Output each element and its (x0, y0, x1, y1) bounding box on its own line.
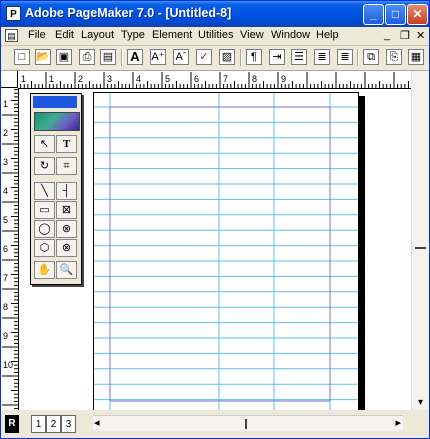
indent-icon[interactable]: ⇥ (269, 49, 285, 65)
scroll-right-arrow-icon[interactable]: ▸ (395, 416, 401, 429)
ruler-label: 5 (165, 74, 170, 84)
ruler-label: 6 (3, 244, 8, 254)
rectangle-frame-tool-icon[interactable]: ▭ (34, 201, 55, 219)
image-icon[interactable]: ▨ (219, 49, 235, 65)
align-left-icon[interactable]: ≣ (314, 49, 330, 65)
menu-type[interactable]: Type (121, 29, 145, 41)
new-document-icon[interactable]: □ (14, 49, 30, 65)
document-menu-icon[interactable]: ▤ (5, 29, 18, 42)
ruler-label: 5 (3, 215, 8, 225)
menu-help[interactable]: Help (316, 29, 339, 41)
toolbar-separator (357, 49, 359, 66)
spell-check-icon[interactable]: ✓ (196, 49, 212, 65)
ruler-label: 10 (3, 360, 13, 370)
constrained-line-tool-icon[interactable]: ┤ (56, 182, 77, 200)
save-disk-icon[interactable]: ▣ (56, 49, 72, 65)
window-title: Adobe PageMaker 7.0 - [Untitled-8] (25, 6, 232, 20)
master-page-icon[interactable]: R (5, 415, 19, 433)
ellipse-tool-icon[interactable]: ⊗ (56, 220, 77, 238)
paste-icon[interactable]: ⎘ (386, 49, 402, 65)
document-minimize-button[interactable]: _ (384, 29, 390, 41)
scroll-left-arrow-icon[interactable]: ◂ (94, 416, 100, 429)
ruler-label: 1 (21, 74, 26, 84)
standard-toolbar: □ 📂 ▣ ⎙ ▤ A A⁺ Aˉ ✓ ▨ ¶ ⇥ ☰ ≣ ≣ ⧉ ⎘ ▦ (1, 46, 429, 71)
menu-bar: ▤ File Edit Layout Type Element Utilitie… (1, 27, 429, 46)
horizontal-ruler-ticks: 1 1 2 3 4 5 6 7 8 9 (20, 72, 409, 88)
hscroll-thumb[interactable] (245, 419, 247, 429)
menu-window[interactable]: Window (271, 29, 310, 41)
layout-guides (94, 93, 358, 410)
text-tool-icon[interactable]: T (56, 135, 77, 153)
ruler-label: 4 (136, 74, 141, 84)
bullets-icon[interactable]: ☰ (291, 49, 307, 65)
copy-icon[interactable]: ⧉ (363, 49, 379, 65)
ruler-label: 7 (223, 74, 228, 84)
polygon-frame-tool-icon[interactable]: ⬡ (34, 239, 55, 257)
zoom-tool-icon[interactable]: 🔍 (56, 261, 77, 279)
font-a-icon[interactable]: A (127, 49, 143, 65)
application-window: P Adobe PageMaker 7.0 - [Untitled-8] _ □… (0, 0, 430, 439)
document-restore-button[interactable]: ❐ (400, 29, 410, 42)
ruler-label: 4 (3, 186, 8, 196)
toolbar-separator (240, 49, 242, 66)
scroll-thumb[interactable] (415, 247, 426, 249)
font-increase-icon[interactable]: A⁺ (150, 49, 166, 65)
ruler-label: 1 (49, 74, 54, 84)
font-decrease-icon[interactable]: Aˉ (173, 49, 189, 65)
ellipse-frame-tool-icon[interactable]: ◯ (34, 220, 55, 238)
ruler-label: 2 (3, 128, 8, 138)
vertical-scrollbar[interactable]: ▾ (411, 71, 429, 410)
close-button[interactable]: ✕ (407, 4, 428, 25)
page-2-icon[interactable]: 2 (46, 415, 61, 433)
hand-tool-icon[interactable]: ✋ (34, 261, 55, 279)
vertical-ruler[interactable]: 1 2 3 4 5 6 7 8 9 10 (1, 88, 19, 410)
menu-view[interactable]: View (240, 29, 264, 41)
properties-icon[interactable]: ▦ (408, 49, 424, 65)
app-icon[interactable]: P (6, 6, 21, 21)
menu-utilities[interactable]: Utilities (198, 29, 233, 41)
pointer-tool-icon[interactable]: ↖ (34, 135, 55, 153)
ruler-label: 6 (194, 74, 199, 84)
toolbox-palette[interactable]: ↖ T ↻ ⌗ ╲ ┤ ▭ ⊠ ◯ ⊗ ⬡ ⊗ ✋ 🔍 (30, 93, 82, 285)
ruler-label: 1 (3, 99, 8, 109)
ruler-label: 8 (3, 302, 8, 312)
ruler-label: 2 (78, 74, 83, 84)
align-right-icon[interactable]: ≣ (337, 49, 353, 65)
document-close-button[interactable]: ✕ (416, 29, 425, 42)
ruler-label: 8 (252, 74, 257, 84)
find-icon[interactable]: ▤ (100, 49, 116, 65)
toolbar-separator (121, 49, 123, 66)
horizontal-ruler[interactable]: 1 1 2 3 4 5 6 7 8 9 (18, 71, 411, 89)
rectangle-tool-icon[interactable]: ⊠ (56, 201, 77, 219)
line-tool-icon[interactable]: ╲ (34, 182, 55, 200)
paragraph-icon[interactable]: ¶ (246, 49, 262, 65)
crop-tool-icon[interactable]: ⌗ (56, 157, 77, 175)
polygon-tool-icon[interactable]: ⊗ (56, 239, 77, 257)
ruler-label: 3 (3, 157, 8, 167)
ruler-label: 3 (107, 74, 112, 84)
ruler-label: 7 (3, 273, 8, 283)
open-folder-icon[interactable]: 📂 (35, 49, 51, 65)
scroll-down-arrow-icon[interactable]: ▾ (414, 398, 427, 408)
toolbox-title-bar[interactable] (33, 96, 77, 108)
vertical-ruler-ticks: 1 2 3 4 5 6 7 8 9 10 (2, 89, 18, 410)
menu-layout[interactable]: Layout (81, 29, 114, 41)
rotate-tool-icon[interactable]: ↻ (34, 157, 55, 175)
margin-guide (109, 106, 331, 402)
menu-element[interactable]: Element (152, 29, 192, 41)
menu-file[interactable]: File (28, 29, 46, 41)
minimize-button[interactable]: _ (363, 4, 384, 25)
ruler-label: 9 (3, 331, 8, 341)
toolbox-preview-icon (34, 112, 80, 131)
horizontal-scrollbar[interactable]: ◂ ▸ (93, 415, 403, 431)
menu-edit[interactable]: Edit (55, 29, 74, 41)
page-3-icon[interactable]: 3 (61, 415, 76, 433)
document-page[interactable] (93, 92, 359, 410)
title-bar[interactable]: P Adobe PageMaker 7.0 - [Untitled-8] _ □… (1, 1, 429, 27)
page-1-icon[interactable]: 1 (31, 415, 46, 433)
ruler-label: 9 (281, 74, 286, 84)
maximize-button[interactable]: □ (385, 4, 406, 25)
ruler-origin-corner[interactable] (1, 71, 18, 88)
print-icon[interactable]: ⎙ (79, 49, 95, 65)
